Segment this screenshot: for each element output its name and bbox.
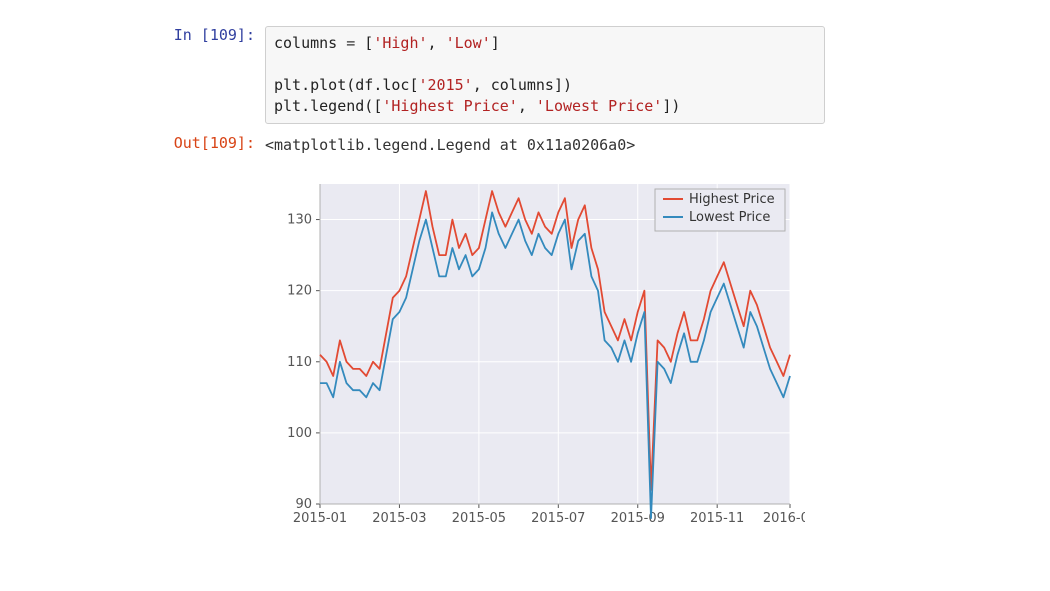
- y-tick-label: 130: [287, 213, 312, 228]
- y-tick-label: 120: [287, 284, 312, 299]
- line-chart: 90 100 110 120 130 2015-01 2015-03 2015-05 2015-…: [265, 174, 805, 534]
- output-text: <matplotlib.legend.Legend at 0x11a0206a0…: [265, 134, 635, 154]
- code-cell[interactable]: columns = ['High', 'Low'] plt.plot(df.lo…: [265, 26, 825, 124]
- x-tick-label: 2015-07: [531, 511, 585, 526]
- code-token: ,: [428, 34, 446, 52]
- code-token: plt.legend([: [274, 97, 382, 115]
- code-token: ]): [662, 97, 680, 115]
- code-token: 'Low': [446, 34, 491, 52]
- code-token: =: [346, 34, 355, 52]
- code-token: '2015': [419, 76, 473, 94]
- code-token: 'Lowest Price': [536, 97, 662, 115]
- x-tick-label: 2015-05: [452, 511, 506, 526]
- x-tick-label: 2016-01: [763, 511, 805, 526]
- code-token: [: [355, 34, 373, 52]
- y-tick-label: 90: [295, 497, 312, 512]
- code-token: , columns]): [473, 76, 572, 94]
- x-tick-label: 2015-03: [372, 511, 426, 526]
- code-token: 'High': [373, 34, 427, 52]
- code-token: ,: [518, 97, 536, 115]
- input-prompt: In [109]:: [170, 26, 265, 44]
- x-tick-label: 2015-01: [293, 511, 347, 526]
- output-prompt: Out[109]:: [170, 134, 265, 152]
- x-tick-label: 2015-11: [690, 511, 744, 526]
- legend-label: Lowest Price: [689, 210, 770, 225]
- x-tick-label: 2015-09: [611, 511, 665, 526]
- y-tick-label: 110: [287, 355, 312, 370]
- code-token: columns: [274, 34, 346, 52]
- code-token: ]: [491, 34, 500, 52]
- y-tick-label: 100: [287, 426, 312, 441]
- code-token: 'Highest Price': [382, 97, 517, 115]
- legend-label: Highest Price: [689, 192, 775, 207]
- code-token: plt.plot(df.loc[: [274, 76, 419, 94]
